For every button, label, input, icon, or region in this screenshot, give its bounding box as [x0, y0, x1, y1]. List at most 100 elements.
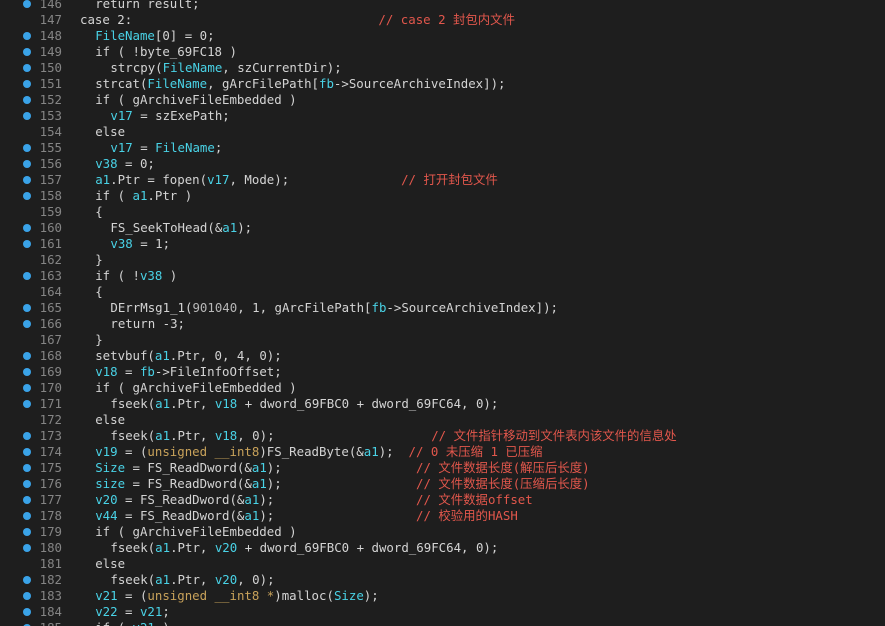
code-token: )	[162, 268, 178, 283]
breakpoint-marker-icon[interactable]	[23, 144, 31, 152]
breakpoint-marker-icon[interactable]	[23, 240, 31, 248]
breakpoint-marker-icon[interactable]	[23, 272, 31, 280]
breakpoint-marker-icon[interactable]	[23, 608, 31, 616]
breakpoint-marker-icon[interactable]	[23, 352, 31, 360]
code-line[interactable]: 151 strcat(FileName, gArcFilePath[fb->Sou…	[0, 76, 885, 92]
breakpoint-marker-icon[interactable]	[23, 384, 31, 392]
code-line[interactable]: 170 if ( gArchiveFileEmbedded )	[0, 380, 885, 396]
code-line[interactable]: 147 case 2: // case 2 封包内文件	[0, 12, 885, 28]
code-token: = FS_ReadDword(&	[117, 492, 245, 507]
code-line[interactable]: 148 FileName[0] = 0;	[0, 28, 885, 44]
code-line[interactable]: 167}	[0, 332, 885, 348]
code-variable: a1	[222, 220, 238, 235]
code-line[interactable]: 175 Size = FS_ReadDword(&a1); // 文件数据长度(解…	[0, 460, 885, 476]
code-line[interactable]: 162}	[0, 252, 885, 268]
breakpoint-marker-icon[interactable]	[23, 80, 31, 88]
breakpoint-marker-icon[interactable]	[23, 592, 31, 600]
breakpoint-marker-icon[interactable]	[23, 448, 31, 456]
code-token: )	[155, 620, 169, 626]
breakpoint-marker-icon[interactable]	[23, 64, 31, 72]
code-line[interactable]: 155 v17 = FileName;	[0, 140, 885, 156]
code-line[interactable]: 171 fseek(a1.Ptr, v18 + dword_69FBC0 + dw…	[0, 396, 885, 412]
code-line[interactable]: 176 size = FS_ReadDword(&a1); // 文件数据长度(压…	[0, 476, 885, 492]
line-number: 176	[39, 476, 62, 491]
breakpoint-marker-icon[interactable]	[23, 192, 31, 200]
code-text: return result;	[95, 0, 199, 12]
breakpoint-marker-icon[interactable]	[23, 368, 31, 376]
breakpoint-marker-icon[interactable]	[23, 176, 31, 184]
breakpoint-marker-icon[interactable]	[23, 96, 31, 104]
code-variable: v21	[133, 620, 155, 626]
code-line[interactable]: 173 fseek(a1.Ptr, v18, 0); // 文件指针移动到文件表内…	[0, 428, 885, 444]
code-line[interactable]: 183 v21 = (unsigned __int8 *)malloc(Size)…	[0, 588, 885, 604]
breakpoint-marker-icon[interactable]	[23, 512, 31, 520]
code-line[interactable]: 179 if ( gArchiveFileEmbedded )	[0, 524, 885, 540]
code-line[interactable]: 184 v22 = v21;	[0, 604, 885, 620]
code-line[interactable]: 150 strcpy(FileName, szCurrentDir);	[0, 60, 885, 76]
breakpoint-marker-icon[interactable]	[23, 400, 31, 408]
code-line[interactable]: 165 DErrMsg1_1(901040, 1, gArcFilePath[fb…	[0, 300, 885, 316]
line-number: 167	[39, 332, 62, 347]
code-line[interactable]: 158 if ( a1.Ptr )	[0, 188, 885, 204]
code-line[interactable]: 157 a1.Ptr = fopen(v17, Mode); // 打开封包文件	[0, 172, 885, 188]
line-number: 174	[39, 444, 62, 459]
line-number: 175	[39, 460, 62, 475]
breakpoint-marker-icon[interactable]	[23, 32, 31, 40]
breakpoint-marker-icon[interactable]	[23, 496, 31, 504]
line-number: 153	[39, 108, 62, 123]
code-text: strcat(FileName, gArcFilePath[fb->Source…	[95, 76, 505, 92]
breakpoint-marker-icon[interactable]	[23, 160, 31, 168]
code-token: .Ptr,	[170, 396, 215, 411]
code-token: strcat(	[95, 76, 148, 91]
code-text: fseek(a1.Ptr, v20 + dword_69FBC0 + dword…	[110, 540, 498, 556]
breakpoint-marker-icon[interactable]	[23, 528, 31, 536]
breakpoint-marker-icon[interactable]	[23, 576, 31, 584]
code-line[interactable]: 169 v18 = fb->FileInfoOffset;	[0, 364, 885, 380]
breakpoint-marker-icon[interactable]	[23, 112, 31, 120]
code-line[interactable]: 160 FS_SeekToHead(&a1);	[0, 220, 885, 236]
breakpoint-marker-icon[interactable]	[23, 320, 31, 328]
code-token: );	[378, 444, 409, 459]
code-line[interactable]: 178 v44 = FS_ReadDword(&a1); // 校验用的HASH	[0, 508, 885, 524]
code-line[interactable]: 177 v20 = FS_ReadDword(&a1); // 文件数据offse…	[0, 492, 885, 508]
code-token: = (	[117, 588, 148, 603]
code-line[interactable]: 154 else	[0, 124, 885, 140]
code-line[interactable]: 153 v17 = szExePath;	[0, 108, 885, 124]
code-text: }	[95, 252, 102, 268]
breakpoint-marker-icon[interactable]	[23, 432, 31, 440]
code-line[interactable]: 164 {	[0, 284, 885, 300]
code-line[interactable]: 152 if ( gArchiveFileEmbedded )	[0, 92, 885, 108]
code-token: =	[117, 364, 140, 379]
code-line[interactable]: 149 if ( !byte_69FC18 )	[0, 44, 885, 60]
code-line[interactable]: 166 return -3;	[0, 316, 885, 332]
code-text: v17 = szExePath;	[110, 108, 229, 124]
breakpoint-marker-icon[interactable]	[23, 48, 31, 56]
code-line[interactable]: 174 v19 = (unsigned __int8)FS_ReadByte(&a…	[0, 444, 885, 460]
breakpoint-marker-icon[interactable]	[23, 544, 31, 552]
pseudocode-editor[interactable]: 146 return result; 147 case 2: // case 2 封包…	[0, 0, 885, 626]
code-line[interactable]: 185 if ( v21 )	[0, 620, 885, 626]
code-line[interactable]: 168 setvbuf(a1.Ptr, 0, 4, 0);	[0, 348, 885, 364]
code-line[interactable]: 181 else	[0, 556, 885, 572]
code-token: );	[266, 476, 282, 491]
code-token: 901040	[192, 300, 238, 315]
code-text: FS_SeekToHead(&a1);	[110, 220, 252, 236]
code-line[interactable]: 180 fseek(a1.Ptr, v20 + dword_69FBC0 + dw…	[0, 540, 885, 556]
breakpoint-marker-icon[interactable]	[23, 304, 31, 312]
code-text: else	[95, 556, 125, 572]
code-line[interactable]: 146 return result;	[0, 0, 885, 12]
breakpoint-marker-icon[interactable]	[23, 464, 31, 472]
breakpoint-marker-icon[interactable]	[23, 0, 31, 8]
code-token: fseek(	[110, 396, 156, 411]
code-line[interactable]: 163 if ( !v38 )	[0, 268, 885, 284]
code-line[interactable]: 182 fseek(a1.Ptr, v20, 0);	[0, 572, 885, 588]
line-number: 173	[39, 428, 62, 443]
code-line[interactable]: 161 v38 = 1;	[0, 236, 885, 252]
code-line[interactable]: 172 else	[0, 412, 885, 428]
code-variable: a1	[155, 572, 171, 587]
code-line[interactable]: 159 {	[0, 204, 885, 220]
breakpoint-marker-icon[interactable]	[23, 480, 31, 488]
breakpoint-marker-icon[interactable]	[23, 224, 31, 232]
code-line[interactable]: 156 v38 = 0;	[0, 156, 885, 172]
